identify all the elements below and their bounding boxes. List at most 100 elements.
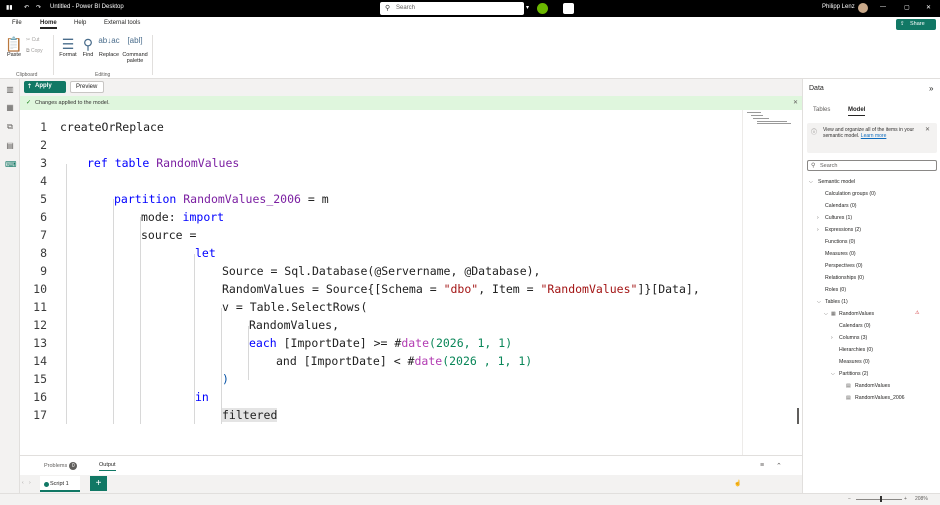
close-notification-icon[interactable]: ✕ bbox=[793, 99, 798, 106]
filter-list-icon[interactable]: ≡ bbox=[760, 462, 764, 469]
chevron-down-icon[interactable]: ⌵ bbox=[817, 299, 821, 305]
share-button[interactable]: ⇪ Share bbox=[896, 19, 936, 30]
code-line: createOrReplace bbox=[60, 120, 164, 134]
code-line: Source = Sql.Database(@Servername, @Data… bbox=[222, 264, 541, 278]
tmdl-view-icon[interactable]: ⌨ bbox=[5, 160, 17, 170]
tab-file[interactable]: File bbox=[12, 20, 22, 26]
cut-label: Cut bbox=[31, 37, 40, 43]
data-search-input[interactable]: ⚲ Search bbox=[807, 160, 937, 171]
code-editor[interactable]: 1 2 3 4 5 6 7 8 9 10 11 12 13 14 15 16 1… bbox=[20, 110, 742, 455]
tree-item-functions[interactable]: Functions (0) bbox=[825, 239, 855, 245]
scroll-left-icon[interactable]: ‹ bbox=[22, 480, 24, 486]
add-script-button[interactable]: + bbox=[90, 476, 107, 491]
info-text: View and organize all of the items in yo… bbox=[823, 127, 915, 139]
line-number: 5 bbox=[40, 192, 47, 206]
tab-tables[interactable]: Tables bbox=[813, 107, 830, 113]
model-view-icon[interactable]: ⧉ bbox=[5, 122, 15, 132]
tab-help[interactable]: Help bbox=[74, 20, 86, 26]
report-view-icon[interactable]: ▥ bbox=[5, 85, 15, 95]
chevron-right-icon[interactable]: › bbox=[817, 227, 819, 233]
zoom-slider-thumb[interactable] bbox=[880, 496, 882, 502]
info-icon: ⓘ bbox=[811, 130, 818, 136]
tree-item-perspectives[interactable]: Perspectives (0) bbox=[825, 263, 862, 269]
zoom-slider[interactable] bbox=[856, 499, 902, 500]
find-button[interactable]: ⚲ Find bbox=[80, 36, 96, 58]
cut-button[interactable]: ✂ Cut bbox=[26, 37, 39, 43]
line-number: 11 bbox=[33, 300, 47, 314]
ribbon: 📋 Paste ✂ Cut ⧉ Copy Clipboard ☰ Format … bbox=[0, 31, 940, 79]
tree-item-table-randomvalues[interactable]: RandomValues bbox=[839, 311, 874, 317]
copilot-icon[interactable] bbox=[537, 3, 548, 14]
command-palette-label: Command palette bbox=[122, 52, 148, 64]
copy-button[interactable]: ⧉ Copy bbox=[26, 48, 43, 54]
close-icon[interactable]: ✕ bbox=[926, 4, 931, 11]
format-button[interactable]: ☰ Format bbox=[57, 36, 79, 58]
line-number: 4 bbox=[40, 174, 47, 188]
tab-output[interactable]: Output bbox=[99, 462, 116, 471]
tree-item-measures[interactable]: Measures (0) bbox=[825, 251, 856, 257]
collapse-pane-icon[interactable]: » bbox=[929, 84, 933, 93]
warning-icon[interactable]: ⚠ bbox=[915, 310, 920, 316]
minimap-line bbox=[751, 115, 763, 116]
scrollbar-thumb[interactable] bbox=[797, 408, 799, 424]
table-view-icon[interactable]: ▦ bbox=[5, 103, 15, 113]
close-info-icon[interactable]: ✕ bbox=[925, 126, 930, 133]
undo-icon[interactable]: ↶ bbox=[24, 4, 29, 11]
tab-external-tools[interactable]: External tools bbox=[104, 20, 140, 26]
tree-item-partitions[interactable]: Partitions (2) bbox=[839, 371, 868, 377]
replace-button[interactable]: ab↓ac Replace bbox=[97, 36, 121, 58]
tree-item-roles[interactable]: Roles (0) bbox=[825, 287, 846, 293]
learn-more-link[interactable]: Learn more bbox=[861, 133, 887, 139]
search-dropdown-icon[interactable]: ▾ bbox=[526, 4, 529, 11]
paste-button[interactable]: 📋 Paste bbox=[5, 36, 23, 58]
tree-item-hierarchies[interactable]: Hierarchies (0) bbox=[839, 347, 873, 353]
chevron-down-icon[interactable]: ⌵ bbox=[824, 311, 828, 317]
tree-item-partition-2[interactable]: RandomValues_2006 bbox=[855, 395, 905, 401]
tab-home[interactable]: Home bbox=[40, 20, 57, 29]
line-number: 12 bbox=[33, 318, 47, 332]
share-label: Share bbox=[910, 21, 925, 27]
scroll-right-icon[interactable]: › bbox=[29, 480, 31, 486]
script-tab-label: Script 1 bbox=[50, 481, 69, 487]
line-number: 8 bbox=[40, 246, 47, 260]
chevron-down-icon[interactable]: ⌵ bbox=[831, 371, 835, 377]
collapse-panel-icon[interactable]: ⌃ bbox=[776, 462, 782, 470]
apply-button[interactable]: ⇡ Apply bbox=[24, 81, 66, 93]
notification-text: Changes applied to the model. bbox=[35, 100, 110, 106]
chevron-right-icon[interactable]: › bbox=[817, 215, 819, 221]
tree-item-table-measures[interactable]: Measures (0) bbox=[839, 359, 870, 365]
tab-script-1[interactable]: Script 1 bbox=[40, 476, 80, 492]
paste-label: Paste bbox=[6, 52, 22, 58]
chevron-right-icon[interactable]: › bbox=[831, 335, 833, 341]
minimap[interactable] bbox=[742, 110, 802, 455]
maximize-icon[interactable]: ▢ bbox=[904, 4, 910, 11]
output-panel: Problems 0 Output ≡ ⌃ bbox=[20, 455, 802, 475]
view-rail: ▥ ▦ ⧉ ▤ ⌨ bbox=[0, 79, 20, 493]
tree-item-partition-1[interactable]: RandomValues bbox=[855, 383, 890, 389]
zoom-out-icon[interactable]: − bbox=[848, 496, 851, 502]
preview-button[interactable]: Preview bbox=[70, 81, 104, 93]
code-line: let bbox=[195, 246, 216, 260]
command-palette-button[interactable]: [abl] Command palette bbox=[121, 36, 149, 64]
tree-item-cultures[interactable]: Cultures (1) bbox=[825, 215, 852, 221]
minimize-icon[interactable]: — bbox=[880, 4, 886, 10]
tree-item-calendars[interactable]: Calendars (0) bbox=[825, 203, 856, 209]
chevron-down-icon[interactable]: ⌵ bbox=[809, 179, 813, 185]
apply-icon: ⇡ bbox=[27, 84, 33, 90]
redo-icon[interactable]: ↷ bbox=[36, 4, 41, 11]
tree-item-relationships[interactable]: Relationships (0) bbox=[825, 275, 864, 281]
tree-root[interactable]: Semantic model bbox=[818, 179, 855, 185]
tree-item-calc-groups[interactable]: Calculation groups (0) bbox=[825, 191, 876, 197]
tree-item-tables[interactable]: Tables (1) bbox=[825, 299, 848, 305]
tree-item-table-calendars[interactable]: Calendars (0) bbox=[839, 323, 870, 329]
tab-problems[interactable]: Problems 0 bbox=[44, 462, 78, 470]
status-box-icon[interactable] bbox=[563, 3, 574, 14]
avatar[interactable] bbox=[858, 3, 868, 13]
dax-query-view-icon[interactable]: ▤ bbox=[5, 141, 15, 151]
tab-model[interactable]: Model bbox=[848, 107, 866, 116]
tree-item-expressions[interactable]: Expressions (2) bbox=[825, 227, 861, 233]
zoom-in-icon[interactable]: + bbox=[904, 496, 907, 502]
search-input[interactable]: ⚲ Search bbox=[380, 2, 524, 15]
ribbon-tabs: File Home Help External tools ⇪ Share bbox=[0, 17, 940, 31]
tree-item-columns[interactable]: Columns (3) bbox=[839, 335, 867, 341]
